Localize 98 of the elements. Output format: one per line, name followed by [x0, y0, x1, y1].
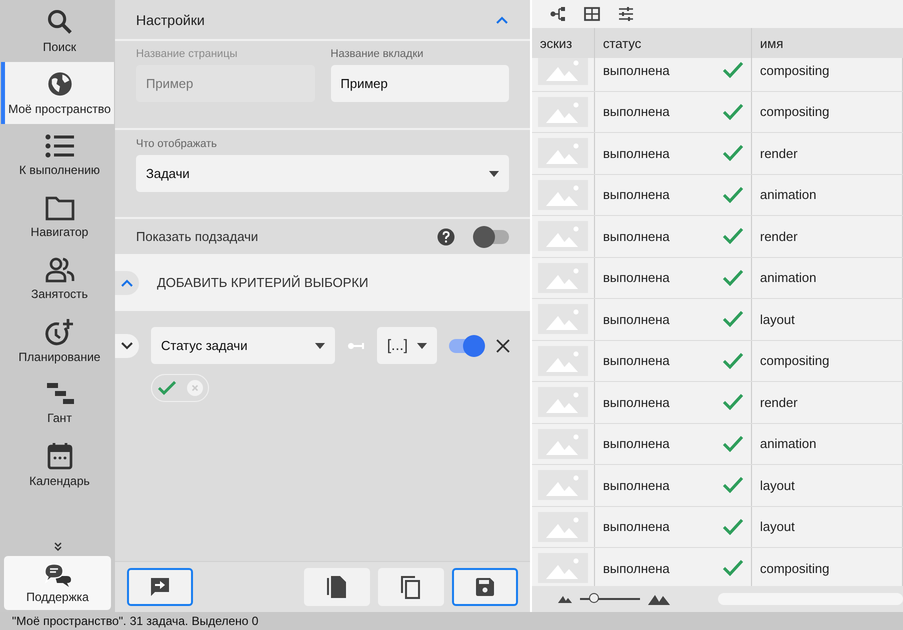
table-cell: выполнена [603, 312, 670, 327]
table-cell: выполнена [603, 353, 670, 368]
save-icon [475, 577, 495, 597]
table-cell: animation [760, 436, 816, 452]
check-icon [723, 145, 743, 162]
check-icon [723, 436, 743, 452]
hierarchy-icon[interactable] [550, 7, 566, 21]
sidebar-item[interactable]: Моё пространство [1, 62, 114, 124]
table-cell: выполнена [603, 228, 670, 244]
sidebar-item[interactable]: Планирование [1, 310, 114, 372]
save-button[interactable] [452, 568, 518, 606]
support-button[interactable]: Поддержка [4, 556, 111, 610]
table-cell: выполнена [603, 436, 670, 452]
column-header[interactable]: статус [595, 28, 752, 58]
folder-icon [44, 195, 74, 221]
check-icon [723, 477, 743, 494]
sidebar-item[interactable]: К выполнению [1, 124, 114, 186]
gantt-icon [44, 381, 74, 407]
sidebar-item[interactable]: Занятость [1, 248, 114, 310]
check-icon [158, 381, 176, 395]
table-cell: compositing [760, 353, 830, 368]
table-cell: compositing [760, 104, 830, 120]
table-cell: compositing [760, 62, 830, 78]
table-cell: выполнена [603, 519, 670, 534]
table-cell: выполнена [603, 146, 670, 161]
large-mountain-icon [648, 593, 670, 605]
chevron-icon [121, 342, 133, 350]
documents-icon [326, 575, 348, 599]
close-icon[interactable] [495, 338, 511, 354]
calendar-icon [46, 442, 72, 470]
check-icon [723, 352, 743, 369]
field-label: Название страницы [136, 48, 238, 60]
expand-button[interactable] [115, 334, 139, 358]
copy-icon [400, 575, 422, 599]
chevron-icon[interactable] [495, 14, 509, 24]
input-field[interactable]: Пример [330, 65, 509, 102]
table-cell: layout [760, 519, 795, 534]
table-cell: выполнена [603, 62, 670, 78]
table-cell: выполнена [603, 394, 670, 410]
sidebar-item[interactable]: Гант [1, 372, 114, 434]
field-label: Название вкладки [330, 48, 424, 60]
table-icon[interactable] [584, 7, 600, 21]
small-mountain-icon [558, 595, 572, 603]
table-cell: выполнена [603, 478, 670, 493]
sliders-icon[interactable] [618, 6, 634, 22]
table-cell: выполнена [603, 187, 670, 202]
check-icon [723, 270, 743, 286]
table-cell: animation [760, 187, 816, 202]
check-icon [723, 311, 743, 328]
share-button[interactable] [127, 568, 193, 606]
check-icon [723, 228, 743, 244]
status-text: "Моё пространство". 31 задача. Выделено 0 [11, 613, 260, 630]
check-icon [723, 518, 743, 535]
dropdown[interactable]: Задачи [136, 155, 509, 192]
table-cell: layout [760, 478, 795, 493]
table-cell: render [760, 228, 798, 244]
search-icon [46, 8, 74, 36]
check-icon [723, 104, 743, 120]
column-header[interactable]: имя [752, 28, 903, 58]
link-icon [347, 342, 365, 350]
double-chevron-icon[interactable] [52, 542, 62, 552]
chevron-icon [121, 278, 133, 286]
settings-title: Настройки [136, 12, 205, 28]
help-icon[interactable] [437, 228, 455, 246]
check-icon [723, 186, 743, 203]
table-cell: layout [760, 312, 795, 327]
caret-icon [315, 342, 325, 348]
table-cell: render [760, 146, 798, 161]
dropdown[interactable]: Статус задачи [151, 327, 335, 364]
field-label: Что отображать [136, 138, 218, 150]
caret-icon [417, 342, 427, 348]
sidebar-item[interactable]: Поиск [1, 0, 114, 62]
sidebar-item[interactable]: Календарь [1, 434, 114, 496]
globe-icon [46, 70, 74, 98]
filter-chip[interactable] [151, 374, 209, 402]
table-cell: выполнена [603, 560, 670, 576]
copy-button[interactable] [304, 568, 370, 606]
sidebar-item[interactable]: Навигатор [1, 186, 114, 248]
collapse-button[interactable] [115, 270, 139, 294]
operator-dropdown[interactable]: [...] [377, 327, 437, 364]
clear-icon [186, 380, 202, 396]
toggle-label: Показать подзадачи [136, 229, 260, 244]
people-icon [44, 257, 74, 283]
check-icon [723, 394, 743, 410]
table-cell: выполнена [603, 270, 670, 286]
list-icon [44, 133, 74, 159]
caret-icon [489, 170, 499, 176]
table-cell: выполнена [603, 104, 670, 120]
table-cell: animation [760, 270, 816, 286]
chat-icon [42, 562, 72, 588]
check-icon [723, 560, 743, 576]
clock-plus-icon [44, 318, 74, 346]
duplicate-button[interactable] [378, 568, 444, 606]
arrow-bubble-icon [149, 576, 171, 598]
table-cell: render [760, 394, 798, 410]
check-icon [723, 62, 743, 78]
table-cell: compositing [760, 560, 830, 576]
add-criterion-label[interactable]: ДОБАВИТЬ КРИТЕРИЙ ВЫБОРКИ [157, 275, 368, 290]
